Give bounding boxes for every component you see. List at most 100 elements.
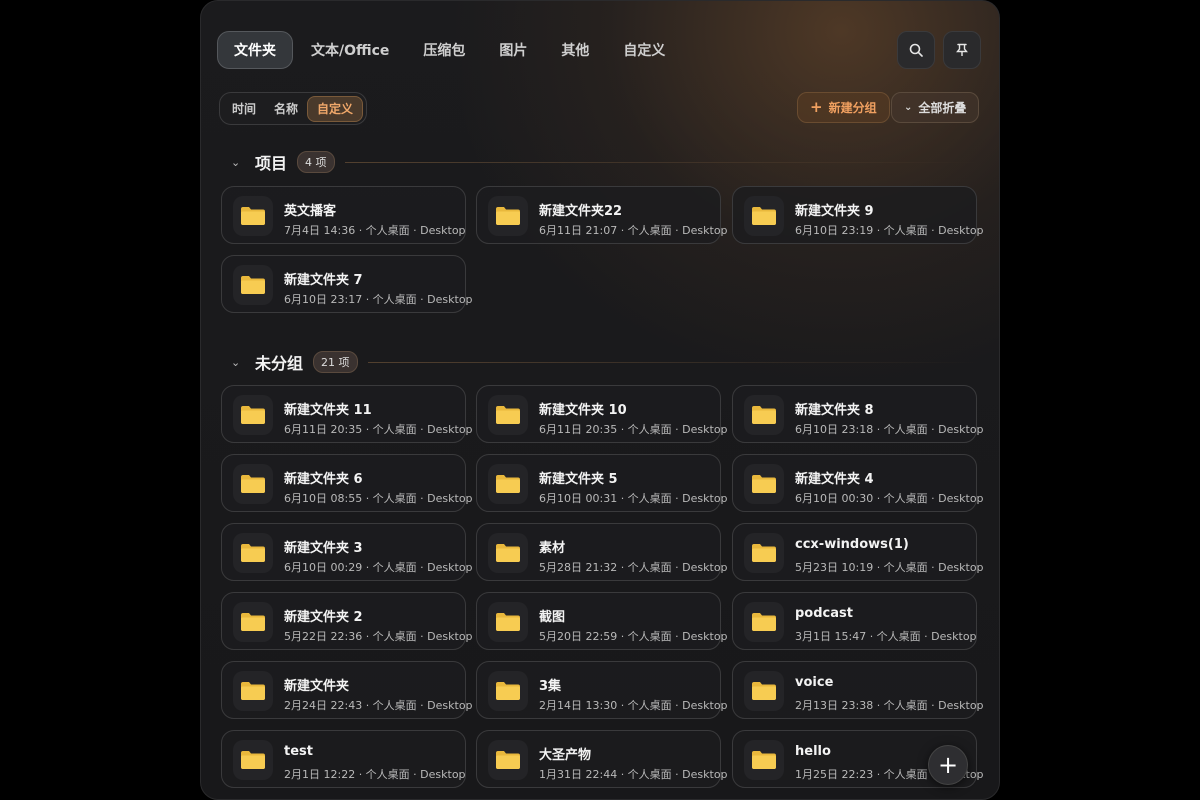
- folder-icon: [496, 544, 520, 562]
- folder-icon-box: [744, 602, 784, 642]
- folder-icon: [241, 613, 265, 631]
- folder-icon: [241, 544, 265, 562]
- folder-meta: 6月11日 20:35 · 个人桌面 · Desktop: [539, 423, 728, 436]
- add-button[interactable]: +: [928, 745, 968, 785]
- folder-icon-box: [233, 196, 273, 236]
- folder-icon-box: [233, 602, 273, 642]
- folder-card[interactable]: 新建文件夹 2月24日 22:43 · 个人桌面 · Desktop: [221, 661, 473, 719]
- folder-icon-box: [233, 671, 273, 711]
- folder-card[interactable]: 截图 5月20日 22:59 · 个人桌面 · Desktop: [476, 592, 728, 650]
- folder-card[interactable]: 新建文件夹 6 6月10日 08:55 · 个人桌面 · Desktop: [221, 454, 473, 512]
- folder-meta: 3月1日 15:47 · 个人桌面 · Desktop: [795, 630, 977, 643]
- folder-card[interactable]: podcast 3月1日 15:47 · 个人桌面 · Desktop: [732, 592, 977, 650]
- folder-icon: [496, 406, 520, 424]
- folder-meta: 5月28日 21:32 · 个人桌面 · Desktop: [539, 561, 728, 574]
- folder-card[interactable]: 素材 5月28日 21:32 · 个人桌面 · Desktop: [476, 523, 728, 581]
- group-title: 项目: [255, 154, 288, 173]
- folder-name: 新建文件夹 6: [284, 472, 363, 487]
- folder-meta: 6月10日 08:55 · 个人桌面 · Desktop: [284, 492, 473, 505]
- search-icon: [909, 43, 923, 57]
- folder-meta: 6月10日 23:19 · 个人桌面 · Desktop: [795, 224, 984, 237]
- folder-meta: 7月4日 14:36 · 个人桌面 · Desktop: [284, 224, 466, 237]
- folder-icon-box: [488, 671, 528, 711]
- tab-archives[interactable]: 压缩包: [407, 31, 481, 69]
- category-tabs: 文件夹 文本/Office 压缩包 图片 其他 自定义: [217, 31, 683, 69]
- folder-name: 新建文件夹 8: [795, 403, 874, 418]
- folder-card[interactable]: test 2月1日 12:22 · 个人桌面 · Desktop: [221, 730, 466, 788]
- folder-icon-box: [488, 740, 528, 780]
- folder-card[interactable]: 新建文件夹 4 6月10日 00:30 · 个人桌面 · Desktop: [732, 454, 984, 512]
- folder-icon: [752, 544, 776, 562]
- folder-icon-box: [744, 671, 784, 711]
- folder-card[interactable]: 新建文件夹 7 6月10日 23:17 · 个人桌面 · Desktop: [221, 255, 473, 313]
- folder-name: 英文播客: [284, 204, 337, 219]
- folder-icon: [496, 475, 520, 493]
- folder-icon-box: [233, 395, 273, 435]
- folder-icon: [752, 207, 776, 225]
- folder-card[interactable]: 3集 2月14日 13:30 · 个人桌面 · Desktop: [476, 661, 728, 719]
- folder-icon-box: [744, 533, 784, 573]
- folder-card[interactable]: 新建文件夹 9 6月10日 23:19 · 个人桌面 · Desktop: [732, 186, 984, 244]
- folder-icon: [241, 475, 265, 493]
- tab-text-office[interactable]: 文本/Office: [295, 31, 405, 69]
- sort-custom[interactable]: 自定义: [307, 95, 364, 122]
- folder-card[interactable]: 新建文件夹 2 5月22日 22:36 · 个人桌面 · Desktop: [221, 592, 473, 650]
- sort-switcher: 时间 名称 自定义: [219, 92, 368, 125]
- folder-meta: 5月23日 10:19 · 个人桌面 · Desktop: [795, 561, 984, 574]
- folder-name: 新建文件夹 11: [284, 403, 372, 418]
- sort-by-time[interactable]: 时间: [223, 96, 265, 122]
- folder-meta: 6月10日 00:29 · 个人桌面 · Desktop: [284, 561, 473, 574]
- collapse-all-button[interactable]: ⌄ 全部折叠: [891, 92, 980, 123]
- folder-icon-box: [233, 740, 273, 780]
- folder-icon: [241, 751, 265, 769]
- tab-custom[interactable]: 自定义: [607, 31, 681, 69]
- folder-card[interactable]: 大圣产物 1月31日 22:44 · 个人桌面 · Desktop: [476, 730, 728, 788]
- tab-folders[interactable]: 文件夹: [217, 31, 293, 69]
- folder-icon-box: [488, 602, 528, 642]
- folder-icon: [241, 276, 265, 294]
- folder-meta: 5月22日 22:36 · 个人桌面 · Desktop: [284, 630, 473, 643]
- folder-card[interactable]: 新建文件夹 11 6月11日 20:35 · 个人桌面 · Desktop: [221, 385, 473, 443]
- new-group-button[interactable]: + 新建分组: [797, 92, 890, 123]
- folder-icon-box: [744, 196, 784, 236]
- folder-card[interactable]: ccx-windows(1) 5月23日 10:19 · 个人桌面 · Deskt…: [732, 523, 984, 581]
- folder-meta: 2月14日 13:30 · 个人桌面 · Desktop: [539, 699, 728, 712]
- folder-icon: [752, 475, 776, 493]
- collapse-all-label: 全部折叠: [918, 101, 967, 115]
- chevron-down-icon: ⌄: [231, 155, 241, 169]
- group-divider: [367, 361, 981, 363]
- folder-card[interactable]: 新建文件夹 3 6月10日 00:29 · 个人桌面 · Desktop: [221, 523, 473, 581]
- folder-card[interactable]: 新建文件夹 10 6月11日 20:35 · 个人桌面 · Desktop: [476, 385, 728, 443]
- folder-icon: [496, 682, 520, 700]
- folder-name: 大圣产物: [539, 748, 592, 763]
- folder-card[interactable]: 新建文件夹 5 6月10日 00:31 · 个人桌面 · Desktop: [476, 454, 728, 512]
- folder-card[interactable]: 英文播客 7月4日 14:36 · 个人桌面 · Desktop: [221, 186, 466, 244]
- folder-meta: 2月13日 23:38 · 个人桌面 · Desktop: [795, 699, 984, 712]
- folder-name: 3集: [539, 679, 562, 694]
- folder-icon-box: [744, 395, 784, 435]
- folder-icon: [496, 613, 520, 631]
- folder-icon-box: [488, 464, 528, 504]
- group-count-badge: 21 项: [313, 351, 358, 373]
- folder-icon-box: [744, 464, 784, 504]
- group-header-ungrouped[interactable]: ⌄ 未分组 21 项: [231, 350, 981, 374]
- chevron-down-icon: ⌄: [904, 102, 913, 113]
- folder-name: podcast: [795, 606, 853, 621]
- tab-images[interactable]: 图片: [483, 31, 543, 69]
- group-count-badge: 4 项: [297, 151, 335, 173]
- folder-name: test: [284, 744, 313, 759]
- search-button[interactable]: [897, 31, 935, 69]
- tab-other[interactable]: 其他: [545, 31, 605, 69]
- folder-icon-box: [488, 395, 528, 435]
- folder-card[interactable]: voice 2月13日 23:38 · 个人桌面 · Desktop: [732, 661, 984, 719]
- folder-card[interactable]: 新建文件夹22 6月11日 21:07 · 个人桌面 · Desktop: [476, 186, 728, 244]
- folder-icon: [752, 613, 776, 631]
- folder-name: 素材: [539, 541, 566, 556]
- sort-by-name[interactable]: 名称: [265, 96, 307, 122]
- folder-meta: 5月20日 22:59 · 个人桌面 · Desktop: [539, 630, 728, 643]
- new-group-label: 新建分组: [828, 101, 877, 115]
- pin-button[interactable]: [943, 31, 981, 69]
- folder-icon-box: [744, 740, 784, 780]
- folder-card[interactable]: 新建文件夹 8 6月10日 23:18 · 个人桌面 · Desktop: [732, 385, 984, 443]
- group-header-projects[interactable]: ⌄ 项目 4 项: [231, 150, 981, 174]
